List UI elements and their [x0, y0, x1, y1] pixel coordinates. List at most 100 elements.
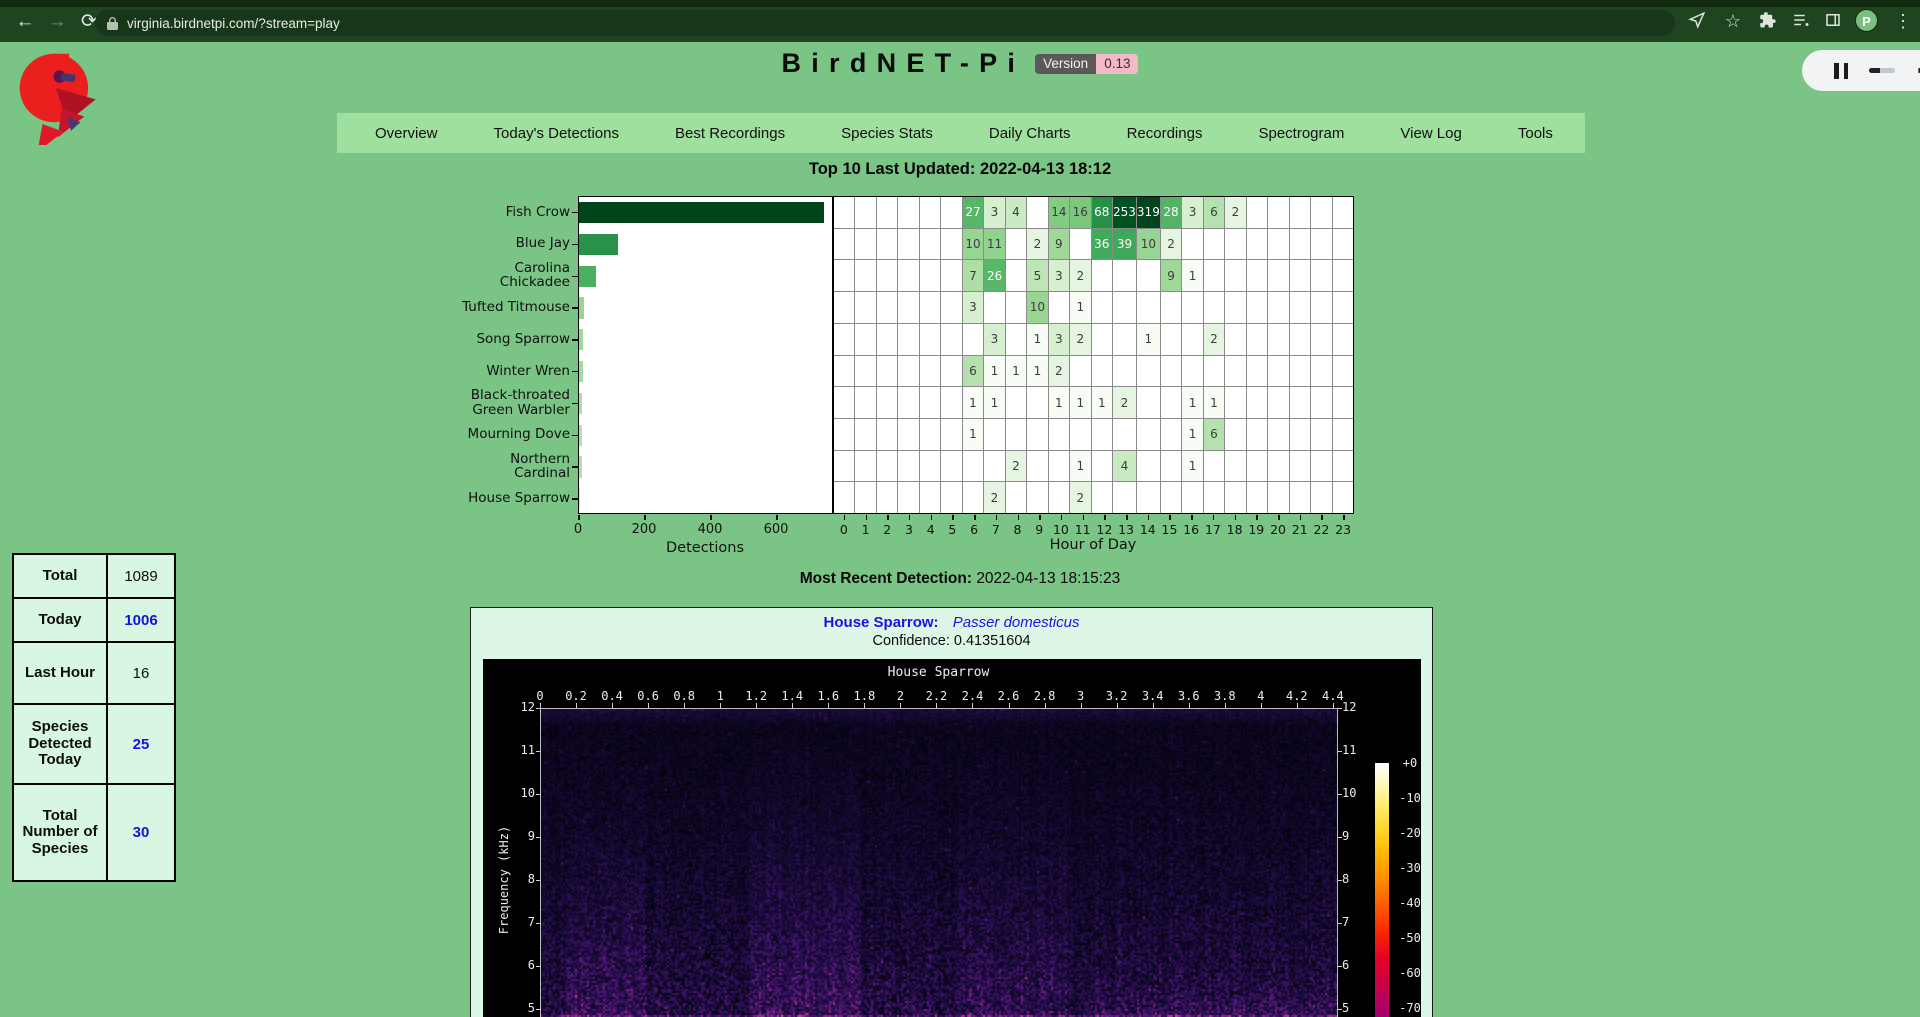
heatmap-cell	[1333, 324, 1353, 355]
nav-item-today-s-detections[interactable]: Today's Detections	[494, 125, 619, 142]
kebab-menu-icon[interactable]: ⋮	[1892, 11, 1914, 33]
heatmap-cell	[1290, 324, 1310, 355]
volume-speaker-icon[interactable]	[1916, 61, 1920, 80]
heatmap-cell	[855, 197, 875, 228]
hour-tick	[844, 515, 846, 520]
nav-item-best-recordings[interactable]: Best Recordings	[675, 125, 785, 142]
db-label: -70	[1392, 1001, 1421, 1015]
address-bar[interactable]: virginia.birdnetpi.com/?stream=play	[95, 10, 1675, 36]
nav-item-spectrogram[interactable]: Spectrogram	[1258, 125, 1344, 142]
heatmap-cell: 1	[1182, 260, 1202, 291]
heatmap-cell	[1070, 229, 1090, 260]
nav-item-recordings[interactable]: Recordings	[1127, 125, 1203, 142]
spectrogram-plot	[540, 708, 1338, 1017]
freq-label-right: 7	[1342, 915, 1378, 929]
heatmap-cell	[1247, 356, 1267, 387]
heatmap-cell	[1113, 482, 1136, 513]
send-icon[interactable]	[1688, 11, 1710, 33]
heatmap-cell: 10	[963, 229, 983, 260]
time-tick	[1261, 703, 1262, 708]
heatmap-cell	[1161, 419, 1181, 450]
db-label: -50	[1392, 931, 1421, 945]
heatmap-cell	[1311, 229, 1331, 260]
time-tick	[1081, 703, 1082, 708]
heatmap-cell	[877, 324, 897, 355]
heatmap-cell	[1006, 292, 1026, 323]
heatmap-cell	[963, 451, 983, 482]
heatmap-cell: 6	[963, 356, 983, 387]
time-tick	[648, 703, 649, 708]
extensions-puzzle-icon[interactable]	[1758, 11, 1780, 33]
heatmap-cell	[920, 482, 940, 513]
freq-label-left: 7	[499, 915, 535, 929]
back-icon[interactable]: ←	[12, 9, 38, 35]
time-tick	[864, 703, 865, 708]
main-nav: Overview Today's Detections Best Recording…	[337, 113, 1585, 153]
bar-x-tick	[776, 515, 778, 520]
stats-table: Total1089Today1006Last Hour16Species Det…	[12, 553, 176, 882]
nav-item-view-log[interactable]: View Log	[1400, 125, 1461, 142]
heatmap-cell	[1137, 356, 1160, 387]
forward-icon[interactable]: →	[44, 9, 70, 35]
freq-label-right: 11	[1342, 743, 1378, 757]
heatmap-cell	[941, 260, 961, 291]
stat-link-today[interactable]: 1006	[124, 612, 157, 629]
heatmap-cell	[898, 451, 918, 482]
nav-item-species-stats[interactable]: Species Stats	[841, 125, 933, 142]
heatmap-cell	[898, 292, 918, 323]
nav-item-daily-charts[interactable]: Daily Charts	[989, 125, 1071, 142]
stat-link-species-detected-today[interactable]: 25	[133, 736, 150, 753]
heatmap-cell: 319	[1137, 197, 1160, 228]
freq-tick	[536, 794, 540, 795]
heatmap-cell	[1247, 324, 1267, 355]
stat-label: Today	[13, 598, 107, 642]
bookmark-star-icon[interactable]: ☆	[1722, 11, 1744, 33]
heatmap-cell	[1113, 419, 1136, 450]
heatmap-cell	[1092, 292, 1112, 323]
hour-label: 19	[1245, 522, 1267, 537]
version-value: 0.13	[1096, 54, 1138, 74]
heatmap-cell: 14	[1049, 197, 1069, 228]
heatmap-cell	[1247, 387, 1267, 418]
species-label-song-sparrow: Song Sparrow	[420, 323, 570, 355]
heatmap-cell	[898, 419, 918, 450]
heatmap-cell	[1092, 260, 1112, 291]
time-tick	[1009, 703, 1010, 708]
side-panel-icon[interactable]	[1824, 11, 1846, 33]
heatmap-cell	[1268, 387, 1288, 418]
heatmap-cell	[1290, 197, 1310, 228]
heatmap-cell	[1204, 260, 1224, 291]
heatmap-cell: 1	[963, 419, 983, 450]
heatmap-cell	[1161, 356, 1181, 387]
nav-item-tools[interactable]: Tools	[1518, 125, 1553, 142]
heatmap-cell	[1161, 451, 1181, 482]
hour-label: 4	[920, 522, 942, 537]
heatmap-cell	[1311, 387, 1331, 418]
heatmap-cell	[1092, 324, 1112, 355]
heatmap-cell	[1006, 260, 1026, 291]
heatmap-cell	[920, 419, 940, 450]
heatmap-cell: 10	[1137, 229, 1160, 260]
heatmap-cell	[877, 482, 897, 513]
heatmap-cell	[920, 356, 940, 387]
heatmap-cell: 2	[1070, 324, 1090, 355]
reading-list-icon[interactable]	[1792, 11, 1814, 33]
audio-slider[interactable]	[1869, 68, 1895, 73]
pause-button[interactable]	[1834, 63, 1848, 79]
hour-label: 1	[855, 522, 877, 537]
freq-tick	[1338, 966, 1342, 967]
profile-avatar[interactable]: P	[1855, 9, 1878, 32]
stat-label: Total Number of Species	[13, 784, 107, 881]
stat-link-total-number-of-species[interactable]: 30	[133, 824, 150, 841]
time-tick	[576, 703, 577, 708]
heatmap-cell	[1333, 260, 1353, 291]
heatmap-cell	[898, 197, 918, 228]
heatmap-cell	[1049, 482, 1069, 513]
audio-player[interactable]	[1802, 50, 1920, 91]
hour-tick	[1061, 515, 1063, 520]
nav-item-overview[interactable]: Overview	[375, 125, 438, 142]
hour-tick	[1039, 515, 1041, 520]
detection-scientific-name[interactable]: Passer domesticus	[953, 614, 1080, 631]
detection-species-link[interactable]: House Sparrow:	[824, 614, 939, 631]
heatmap-cell: 68	[1092, 197, 1112, 228]
